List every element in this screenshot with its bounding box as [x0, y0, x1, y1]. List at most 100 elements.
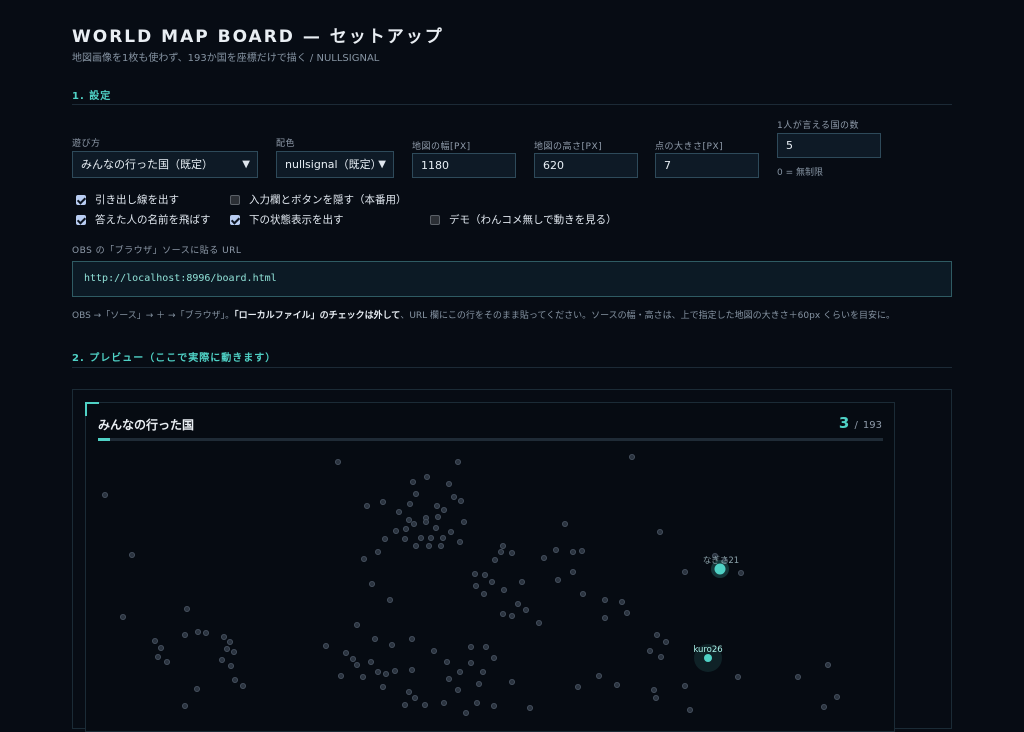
country-dot: [488, 578, 495, 585]
country-dot: [554, 576, 561, 583]
checkbox-label: 引き出し線を出す: [95, 194, 179, 206]
checkbox-hide-controls[interactable]: 入力欄とボタンを隠す（本番用）: [230, 192, 407, 207]
country-dot: [434, 514, 441, 521]
country-dot: [411, 694, 418, 701]
country-dot: [561, 521, 568, 528]
country-dot: [439, 534, 446, 541]
country-dot: [499, 542, 506, 549]
country-dot: [482, 643, 489, 650]
mode-label: 遊び方: [72, 139, 101, 149]
country-dot: [417, 534, 424, 541]
country-dot: [472, 582, 479, 589]
country-dot: [479, 668, 486, 675]
country-dot: [540, 554, 547, 561]
country-dot: [614, 681, 621, 688]
visited-country-dot: [704, 654, 712, 662]
section-divider: [72, 367, 952, 368]
country-dot: [460, 519, 467, 526]
mode-select[interactable]: みんなの行った国（既定） ▼: [72, 151, 258, 178]
country-dot: [499, 610, 506, 617]
country-dot: [226, 638, 233, 645]
country-dot: [508, 612, 515, 619]
checkbox-label: 答えた人の名前を飛ばす: [95, 214, 211, 226]
note-part: 、URL 欄にこの行をそのまま貼ってください。ソースの幅・高さは、上で指定した地…: [400, 311, 896, 321]
country-dot: [239, 682, 246, 689]
country-dot: [402, 526, 409, 533]
section-divider: [72, 104, 952, 105]
country-dot: [432, 525, 439, 532]
checkbox-demo[interactable]: デモ（わんコメ無しで動きを見る）: [430, 212, 617, 227]
preview-frame: みんなの行った国 3 / 193 なぎさ21 kuro26: [72, 389, 952, 732]
checkbox-checked-icon[interactable]: [230, 214, 240, 225]
country-dot: [825, 661, 832, 668]
country-dot: [433, 503, 440, 510]
checkbox-leader-lines[interactable]: 引き出し線を出す: [76, 192, 179, 207]
checkbox-fly-names[interactable]: 答えた人の名前を飛ばす: [76, 212, 211, 227]
country-dot: [430, 647, 437, 654]
checkbox-status-bar[interactable]: 下の状態表示を出す: [230, 212, 344, 227]
checkbox-checked-icon[interactable]: [76, 214, 86, 225]
country-dot: [682, 682, 689, 689]
note-part: OBS →「ソース」→ ＋ →「ブラウザ」。: [72, 311, 235, 321]
country-dot: [738, 569, 745, 576]
country-dot: [337, 672, 344, 679]
country-dot: [471, 570, 478, 577]
country-dot: [491, 556, 498, 563]
mode-select-value: みんなの行った国（既定）: [81, 158, 213, 171]
country-dot: [155, 653, 162, 660]
world-map-board: みんなの行った国 3 / 193 なぎさ21 kuro26: [85, 402, 895, 732]
country-dot: [218, 656, 225, 663]
country-dot: [462, 709, 469, 716]
country-dot: [410, 521, 417, 528]
country-dot: [395, 509, 402, 516]
section-settings-title: 1. 設定: [72, 91, 112, 102]
checkbox-unchecked-icon[interactable]: [430, 214, 440, 225]
country-dot: [490, 702, 497, 709]
country-dot: [391, 667, 398, 674]
country-dot: [602, 596, 609, 603]
country-dot: [456, 668, 463, 675]
country-dot: [552, 546, 559, 553]
country-dot: [663, 638, 670, 645]
map-height-input[interactable]: 620: [534, 153, 638, 178]
country-dot: [569, 548, 576, 555]
dot-size-input[interactable]: 7: [655, 153, 759, 178]
per-person-label: 1人が言える国の数: [777, 121, 859, 131]
country-dot: [445, 481, 452, 488]
country-dot: [454, 686, 461, 693]
country-dot: [443, 658, 450, 665]
country-dot: [440, 699, 447, 706]
country-dot: [467, 659, 474, 666]
country-dot: [401, 701, 408, 708]
country-dot: [735, 673, 742, 680]
country-dot: [381, 535, 388, 542]
visitor-name-label: kuro26: [693, 645, 722, 655]
country-dot: [619, 598, 626, 605]
country-dot: [445, 675, 452, 682]
country-dot: [647, 647, 654, 654]
note-emphasis: 「ローカルファイル」のチェックは外して: [234, 311, 401, 321]
country-dot: [405, 517, 412, 524]
obs-url-field[interactable]: http://localhost:8996/board.html: [72, 261, 952, 297]
country-dot: [518, 578, 525, 585]
country-dot: [450, 494, 457, 501]
country-dot: [481, 571, 488, 578]
country-dot: [834, 693, 841, 700]
palette-select[interactable]: nullsignal（既定） ▼: [276, 151, 394, 178]
map-width-input[interactable]: 1180: [412, 153, 516, 178]
country-dot: [231, 676, 238, 683]
country-dot: [508, 678, 515, 685]
country-dot: [101, 492, 108, 499]
country-dot: [379, 683, 386, 690]
checkbox-checked-icon[interactable]: [76, 194, 86, 205]
country-dot: [500, 586, 507, 593]
country-dot: [579, 590, 586, 597]
section-preview-title: 2. プレビュー（ここで実際に動きます）: [72, 353, 277, 364]
country-dot: [508, 549, 515, 556]
country-dot: [657, 529, 664, 536]
country-dot: [412, 542, 419, 549]
country-dot: [595, 672, 602, 679]
country-dot: [405, 688, 412, 695]
checkbox-unchecked-icon[interactable]: [230, 194, 240, 205]
per-person-input[interactable]: 5: [777, 133, 881, 158]
